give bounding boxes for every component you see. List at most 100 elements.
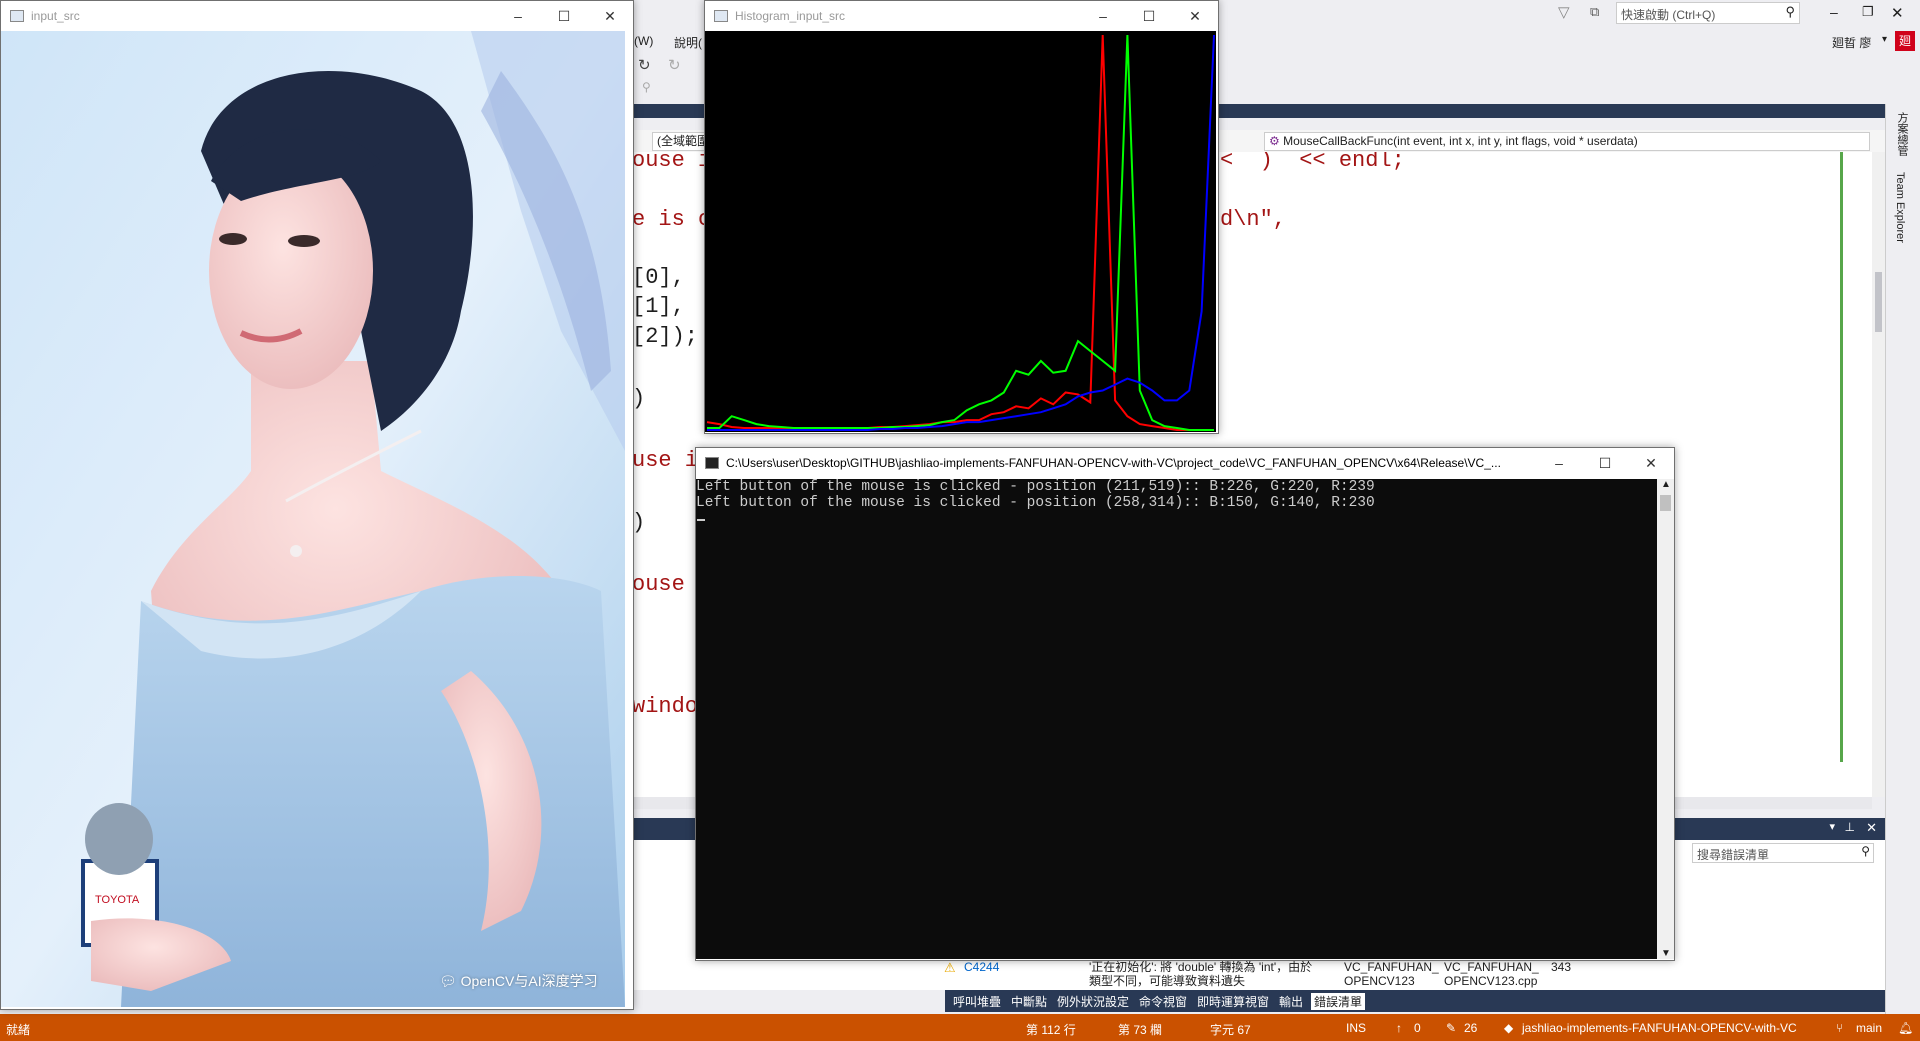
maximize-button[interactable]: ☐: [1582, 448, 1628, 478]
console-line: Left button of the mouse is clicked - po…: [696, 479, 1375, 495]
input-image-window[interactable]: input_src – ☐ ✕ TOYOTA 💬︎ OpenCV与AI深度学习: [0, 0, 634, 1010]
tab-breakpoints[interactable]: 中斷點: [1011, 993, 1047, 1010]
close-button[interactable]: ✕: [1172, 1, 1218, 31]
scroll-thumb[interactable]: [1660, 495, 1671, 511]
tab-immediate-window[interactable]: 即時運算視窗: [1197, 993, 1269, 1010]
minimize-button[interactable]: –: [495, 1, 541, 31]
maximize-button[interactable]: ☐: [1126, 1, 1172, 31]
status-branch[interactable]: main: [1856, 1021, 1882, 1035]
account-name[interactable]: 廻晢 廖: [1832, 34, 1871, 51]
console-line: Left button of the mouse is clicked - po…: [696, 495, 1375, 511]
histogram-series-2: [707, 34, 1215, 431]
portrait-photo: TOYOTA: [1, 31, 625, 1007]
console-cursor: [697, 519, 705, 521]
solution-explorer-tab[interactable]: 方案總管: [1894, 112, 1910, 156]
status-edit-count[interactable]: 26: [1464, 1021, 1477, 1035]
status-mode: INS: [1346, 1021, 1367, 1035]
histogram-series-1: [707, 34, 1214, 431]
code-line: e is c d\n",: [632, 207, 1287, 232]
avatar[interactable]: 廻: [1895, 31, 1915, 51]
pin-icon[interactable]: ⊥: [1845, 820, 1855, 834]
error-description: '正在初始化': 將 'double' 轉換為 'int'，由於類型不同，可能導…: [1089, 960, 1313, 988]
close-icon[interactable]: ✕: [1891, 4, 1904, 22]
quick-launch-box[interactable]: 快速啟動 (Ctrl+Q) ⚲: [1616, 2, 1800, 24]
status-line: 第 112 行: [1026, 1023, 1076, 1037]
refresh-icon[interactable]: ↻: [668, 56, 681, 74]
repo-icon[interactable]: ◆: [1504, 1021, 1513, 1035]
error-search-box[interactable]: 搜尋錯誤清單 ⚲: [1692, 843, 1874, 863]
branch-icon[interactable]: ⑂: [1836, 1021, 1843, 1035]
console-scrollbar[interactable]: ▲ ▼: [1657, 479, 1674, 959]
side-tool-panel: 方案總管 Team Explorer: [1885, 104, 1920, 1014]
chevron-down-icon[interactable]: ▾: [1829, 820, 1835, 833]
tab-exception-settings[interactable]: 例外狀況設定: [1057, 993, 1129, 1010]
chevron-up-icon[interactable]: ▲: [1661, 479, 1671, 490]
close-button[interactable]: ✕: [587, 1, 633, 31]
feedback-icon[interactable]: ⧉: [1590, 4, 1599, 20]
filter-icon[interactable]: ▽: [1558, 3, 1570, 21]
console-icon: [705, 457, 719, 469]
histogram-canvas: [705, 31, 1216, 432]
redo-icon[interactable]: ↻: [638, 56, 651, 74]
console-output[interactable]: Left button of the mouse is clicked - po…: [696, 479, 1658, 959]
input-image[interactable]: TOYOTA 💬︎ OpenCV与AI深度学习: [1, 31, 625, 1007]
scroll-thumb[interactable]: [1875, 272, 1882, 332]
bottom-tool-tabs: 呼叫堆疊 中斷點 例外狀況設定 命令視窗 即時運算視窗 輸出 錯誤清單: [945, 990, 1885, 1012]
menu-window[interactable]: (W): [634, 34, 653, 48]
close-icon[interactable]: ✕: [1866, 820, 1877, 836]
status-up-count[interactable]: 0: [1414, 1021, 1421, 1035]
tab-command-window[interactable]: 命令視窗: [1139, 993, 1187, 1010]
error-file: VC_FANFUHAN_OPENCV123.cpp: [1444, 960, 1539, 988]
status-bar: 就緒 第 112 行 第 73 欄 字元 67 INS ↑ 0 ✎ 26 ◆ j…: [0, 1014, 1920, 1041]
histogram-chart: [706, 34, 1215, 431]
minimize-button[interactable]: –: [1536, 448, 1582, 478]
chevron-down-icon[interactable]: ▾: [1882, 34, 1887, 45]
member-combo-label: MouseCallBackFunc(int event, int x, int …: [1283, 134, 1638, 148]
window-icon: [10, 10, 24, 22]
quick-launch-input[interactable]: 快速啟動 (Ctrl+Q): [1621, 6, 1715, 23]
close-button[interactable]: ✕: [1628, 448, 1674, 478]
window-title: C:\Users\user\Desktop\GITHUB\jashliao-im…: [726, 456, 1501, 470]
watermark: 💬︎ OpenCV与AI深度学习: [439, 973, 598, 989]
warning-icon: ⚠: [944, 960, 956, 975]
title-bar[interactable]: C:\Users\user\Desktop\GITHUB\jashliao-im…: [696, 448, 1674, 479]
tab-error-list[interactable]: 錯誤清單: [1311, 993, 1366, 1010]
status-char: 字元 67: [1210, 1023, 1251, 1037]
error-code[interactable]: C4244: [964, 960, 999, 974]
change-tracking-bar: [1840, 152, 1843, 762]
chevron-down-icon[interactable]: ▼: [1661, 948, 1671, 959]
code-line: [2]);: [632, 324, 699, 349]
menu-help[interactable]: 說明(: [674, 34, 702, 51]
code-line: [1],: [632, 294, 685, 319]
tab-call-stack[interactable]: 呼叫堆疊: [953, 993, 1001, 1010]
code-line: [0],: [632, 265, 685, 290]
status-ready: 就緒: [6, 1023, 31, 1037]
minimize-icon[interactable]: –: [1830, 4, 1838, 20]
tab-output[interactable]: 輸出: [1279, 993, 1303, 1010]
mic-brand: TOYOTA: [95, 894, 140, 906]
window-title: Histogram_input_src: [735, 9, 846, 23]
editor-scrollbar[interactable]: [1872, 152, 1885, 797]
error-search-input[interactable]: 搜尋錯誤清單: [1697, 846, 1769, 863]
console-window[interactable]: C:\Users\user\Desktop\GITHUB\jashliao-im…: [695, 447, 1675, 961]
error-project: VC_FANFUHAN_OPENCV123: [1344, 960, 1439, 988]
member-combo[interactable]: ⚙ MouseCallBackFunc(int event, int x, in…: [1264, 132, 1870, 151]
minimize-button[interactable]: –: [1080, 1, 1126, 31]
window-title: input_src: [31, 9, 80, 23]
title-bar[interactable]: Histogram_input_src – ☐ ✕: [705, 1, 1218, 31]
restore-icon[interactable]: ❐: [1862, 4, 1874, 20]
pencil-icon[interactable]: ✎: [1446, 1021, 1456, 1035]
histogram-series-0: [706, 34, 1214, 431]
table-row[interactable]: ⚠ C4244 '正在初始化': 將 'double' 轉換為 'int'，由於…: [944, 960, 1884, 990]
method-icon: ⚙: [1269, 134, 1280, 148]
histogram-window[interactable]: Histogram_input_src – ☐ ✕: [704, 0, 1219, 434]
search-icon: ⚲: [1785, 4, 1795, 19]
arrow-up-icon[interactable]: ↑: [1396, 1021, 1402, 1035]
maximize-button[interactable]: ☐: [541, 1, 587, 31]
title-bar[interactable]: input_src – ☐ ✕: [1, 1, 633, 31]
status-col: 第 73 欄: [1118, 1023, 1163, 1037]
bell-icon[interactable]: 🔔︎: [1898, 1021, 1913, 1035]
team-explorer-tab[interactable]: Team Explorer: [1894, 172, 1906, 243]
status-repo[interactable]: jashliao-implements-FANFUHAN-OPENCV-with…: [1522, 1021, 1797, 1035]
bookmark-icon[interactable]: ⚲: [642, 80, 651, 94]
